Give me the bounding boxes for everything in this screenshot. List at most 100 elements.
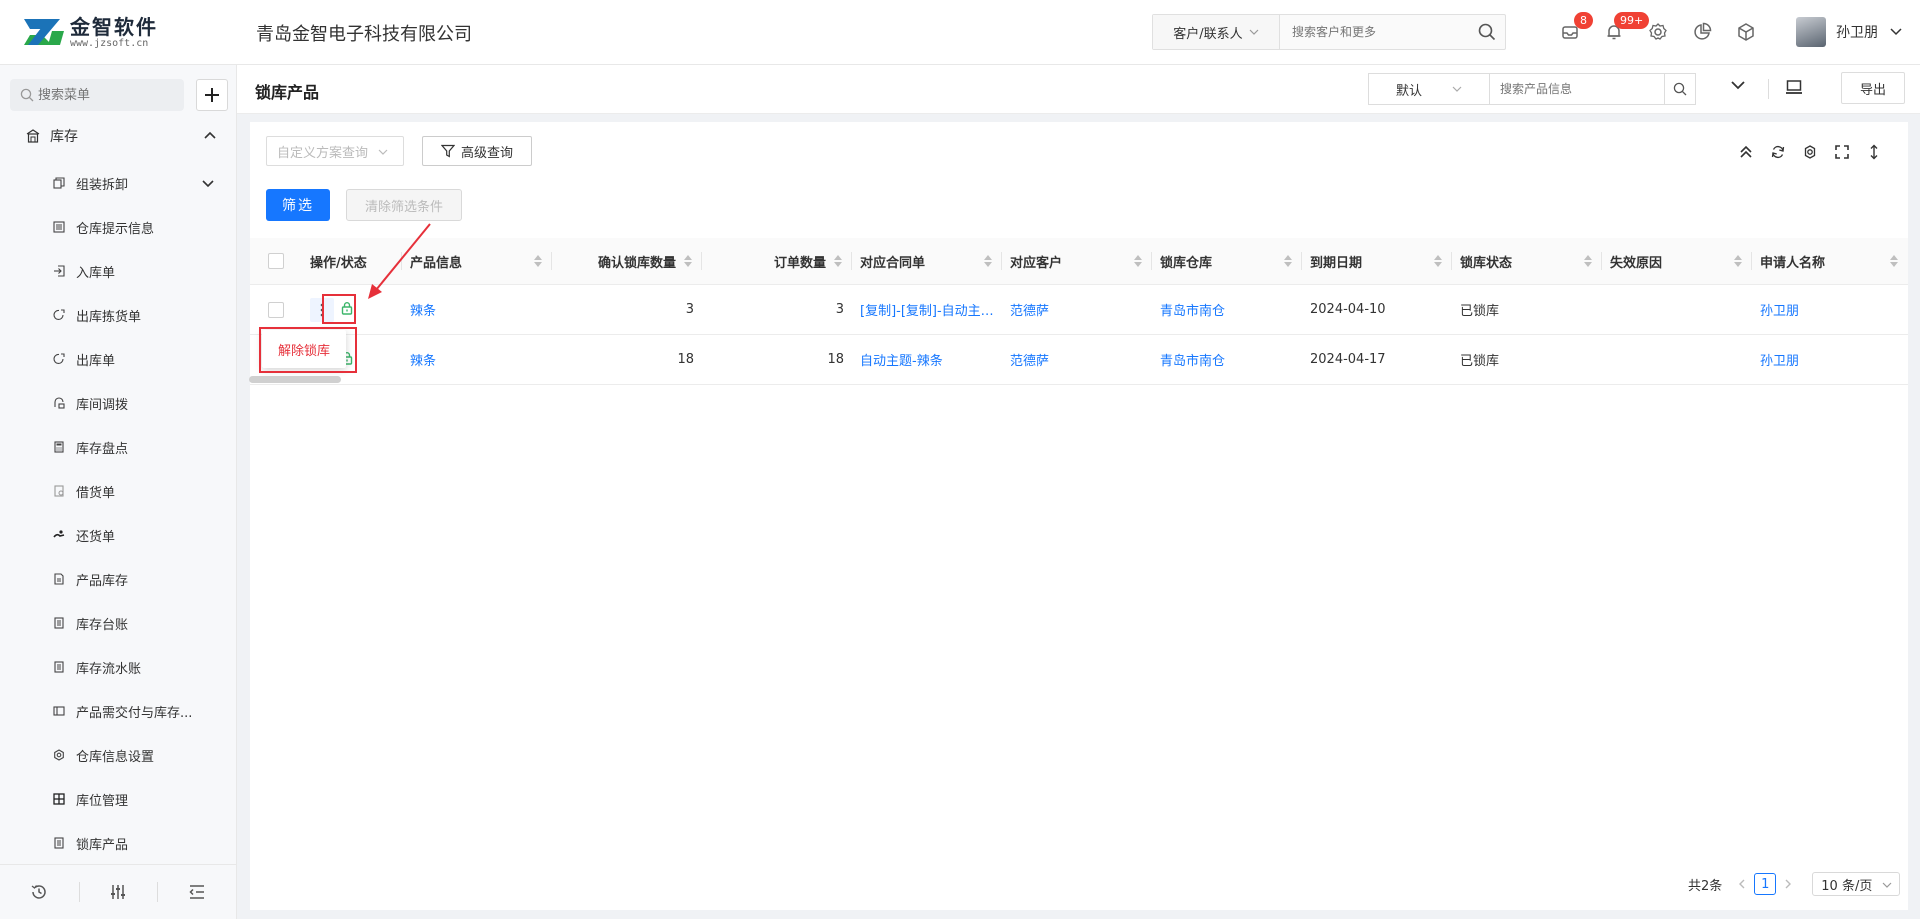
- filter-button[interactable]: 筛选: [266, 189, 330, 221]
- table-row[interactable]: 辣条 18 18 自动主题-辣条 范德萨 青岛市南仓 2024-04-17 已锁库 孙卫朋: [250, 334, 1908, 385]
- export-button[interactable]: 导出: [1841, 72, 1905, 104]
- sort-icon[interactable]: [1734, 255, 1742, 267]
- row-action-cell: [302, 284, 402, 335]
- select-all-checkbox[interactable]: [268, 253, 284, 269]
- chevron-down-icon[interactable]: [1731, 79, 1745, 94]
- col-header-applicant[interactable]: 申请人名称: [1752, 238, 1908, 285]
- chevron-down-icon[interactable]: [202, 177, 214, 192]
- row-height-icon[interactable]: [1858, 142, 1890, 162]
- warehouse-cell[interactable]: 青岛市南仓: [1152, 334, 1302, 385]
- more-actions-icon[interactable]: [310, 297, 334, 322]
- product-search-input[interactable]: [1490, 81, 1662, 97]
- sidebar-item[interactable]: 入库单: [0, 249, 236, 293]
- sidebar-item[interactable]: 出库拣货单: [0, 293, 236, 337]
- sidebar-item[interactable]: 仓库提示信息: [0, 205, 236, 249]
- order-qty-cell: 18: [702, 334, 852, 385]
- sidebar-item[interactable]: 还货单: [0, 513, 236, 557]
- col-header-warehouse[interactable]: 锁库仓库: [1152, 238, 1302, 285]
- applicant-cell[interactable]: 孙卫朋: [1752, 284, 1908, 335]
- status-cell: 已锁库: [1452, 334, 1602, 385]
- contract-cell[interactable]: 自动主题-辣条: [852, 334, 1002, 385]
- prev-page-icon[interactable]: [1730, 879, 1754, 889]
- contract-cell[interactable]: [复制]-[复制]-自动主题-辣条: [852, 284, 1002, 335]
- unlock-menu-item[interactable]: 解除锁库: [278, 340, 330, 359]
- search-type-select[interactable]: 客户/联系人: [1153, 15, 1280, 49]
- sort-icon[interactable]: [1890, 255, 1898, 267]
- column-settings-icon[interactable]: [1794, 142, 1826, 162]
- menu-section-inventory[interactable]: 库存: [26, 123, 216, 149]
- warehouse-cell[interactable]: 青岛市南仓: [1152, 284, 1302, 335]
- sort-icon[interactable]: [1134, 255, 1142, 267]
- sidebar-item[interactable]: 库存盘点: [0, 425, 236, 469]
- scheme-select[interactable]: 自定义方案查询: [266, 136, 404, 166]
- customer-cell[interactable]: 范德萨: [1002, 284, 1152, 335]
- search-icon[interactable]: [1469, 15, 1505, 49]
- sort-icon[interactable]: [534, 255, 542, 267]
- settings-button[interactable]: [1636, 18, 1680, 46]
- col-header-due-date[interactable]: 到期日期: [1302, 238, 1452, 285]
- sort-icon[interactable]: [1284, 255, 1292, 267]
- global-search-input[interactable]: [1280, 14, 1469, 50]
- sidebar-item[interactable]: 产品需交付与库存...: [0, 689, 236, 733]
- table-row[interactable]: 辣条33[复制]-[复制]-自动主题-辣条范德萨青岛市南仓2024-04-10已…: [250, 284, 1908, 335]
- page-title: 锁库产品: [255, 83, 320, 102]
- page-size-select[interactable]: 10 条/页: [1812, 872, 1901, 896]
- sidebar-item[interactable]: 锁库产品: [0, 821, 236, 865]
- message-button[interactable]: 8: [1548, 12, 1593, 46]
- row-checkbox[interactable]: [268, 301, 284, 318]
- col-header-label: 锁库状态: [1460, 255, 1513, 271]
- col-header-locked-qty[interactable]: 确认锁库数量: [552, 238, 702, 285]
- report-button[interactable]: [1680, 18, 1724, 46]
- monitor-icon[interactable]: [1785, 79, 1803, 99]
- user-menu[interactable]: 孙卫朋: [1796, 16, 1902, 48]
- collapse-all-icon[interactable]: [1730, 142, 1762, 162]
- history-button[interactable]: [0, 865, 79, 919]
- sidebar-item[interactable]: 组装拆卸: [0, 161, 236, 205]
- sidebar-item-label: 组装拆卸: [76, 177, 129, 193]
- col-header-reason[interactable]: 失效原因: [1602, 238, 1752, 285]
- sidebar-item[interactable]: 出库单: [0, 337, 236, 381]
- customer-cell[interactable]: 范德萨: [1002, 334, 1152, 385]
- col-header-label: 失效原因: [1610, 255, 1663, 271]
- col-header-product[interactable]: 产品信息: [402, 238, 552, 285]
- collapse-sidebar-button[interactable]: [157, 865, 236, 919]
- page-number-current[interactable]: 1: [1754, 873, 1777, 895]
- sidebar-item[interactable]: 库位管理: [0, 777, 236, 821]
- fullscreen-icon[interactable]: [1826, 142, 1858, 162]
- customize-button[interactable]: [78, 865, 158, 919]
- sort-icon[interactable]: [1584, 255, 1592, 267]
- col-header-label: 锁库仓库: [1160, 255, 1213, 271]
- clear-filter-button[interactable]: 清除筛选条件: [346, 189, 462, 221]
- sidebar-item[interactable]: 仓库信息设置: [0, 733, 236, 777]
- search-icon[interactable]: [1664, 74, 1695, 104]
- col-header-order-qty[interactable]: 订单数量: [702, 238, 852, 285]
- sliders-icon: [111, 885, 125, 899]
- horizontal-scrollbar[interactable]: [249, 376, 341, 383]
- refresh-icon[interactable]: [1762, 142, 1794, 162]
- sort-icon[interactable]: [684, 255, 692, 267]
- sort-icon[interactable]: [834, 255, 842, 267]
- col-header-status[interactable]: 锁库状态: [1452, 238, 1602, 285]
- view-select[interactable]: 默认: [1368, 73, 1489, 105]
- sidebar-item[interactable]: 库存流水账: [0, 645, 236, 689]
- product-cell[interactable]: 辣条: [402, 284, 552, 335]
- sidebar-item[interactable]: 库间调拨: [0, 381, 236, 425]
- applicant-cell[interactable]: 孙卫朋: [1752, 334, 1908, 385]
- app-button[interactable]: [1724, 18, 1768, 46]
- notification-button[interactable]: 99+: [1592, 12, 1650, 46]
- ledger-icon: [52, 616, 66, 630]
- col-header-customer[interactable]: 对应客户: [1002, 238, 1152, 285]
- col-header-label: 到期日期: [1310, 255, 1363, 271]
- brand-logo[interactable]: 金智软件 www.jzsoft.cn: [24, 12, 158, 52]
- sidebar-item[interactable]: 库存台账: [0, 601, 236, 645]
- product-cell[interactable]: 辣条: [402, 334, 552, 385]
- menu-search-input[interactable]: [34, 86, 170, 104]
- sidebar-item[interactable]: 借货单: [0, 469, 236, 513]
- col-header-contract[interactable]: 对应合同单: [852, 238, 1002, 285]
- sidebar-item[interactable]: 产品库存: [0, 557, 236, 601]
- sort-icon[interactable]: [984, 255, 992, 267]
- next-page-icon[interactable]: [1776, 879, 1800, 889]
- sort-icon[interactable]: [1434, 255, 1442, 267]
- advanced-query-button[interactable]: 高级查询: [422, 136, 532, 166]
- add-menu-button[interactable]: [196, 79, 228, 111]
